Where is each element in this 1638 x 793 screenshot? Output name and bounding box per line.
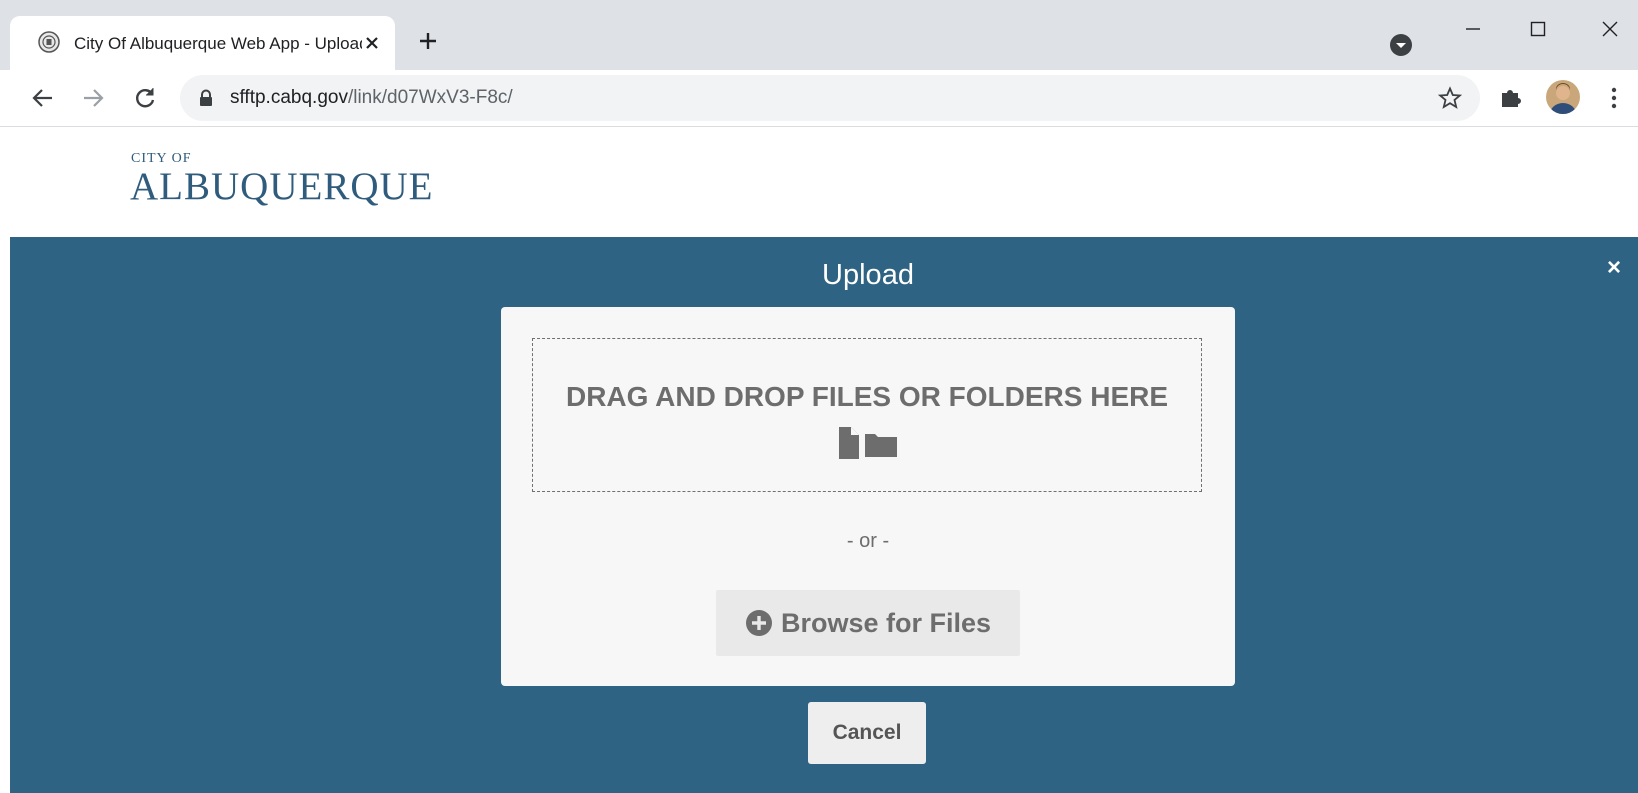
file-icon xyxy=(839,427,859,459)
url-host: sfftp.cabq.gov xyxy=(230,87,348,108)
folder-icon xyxy=(865,434,897,457)
upload-card: DRAG AND DROP FILES OR FOLDERS HERE - or… xyxy=(501,307,1235,686)
puzzle-icon[interactable] xyxy=(1497,83,1525,111)
tab-close-icon[interactable] xyxy=(360,31,384,55)
city-seal-icon xyxy=(38,31,60,53)
or-separator: - or - xyxy=(846,530,890,552)
browser-toolbar: sfftp.cabq.gov/link/d07WxV3-F8c/ xyxy=(0,70,1638,127)
address-bar[interactable]: sfftp.cabq.gov/link/d07WxV3-F8c/ xyxy=(180,75,1480,121)
star-icon[interactable] xyxy=(1438,86,1462,110)
dropzone-text: DRAG AND DROP FILES OR FOLDERS HERE xyxy=(565,381,1169,412)
maximize-icon[interactable] xyxy=(1523,14,1553,44)
plus-circle-icon xyxy=(745,610,772,636)
site-header: CITY OF ALBUQUERQUE xyxy=(0,127,1638,237)
browse-files-button[interactable]: Browse for Files xyxy=(716,590,1020,656)
kebab-icon[interactable] xyxy=(1604,84,1624,112)
new-tab-plus-icon[interactable] xyxy=(416,29,440,53)
back-icon[interactable] xyxy=(30,85,56,111)
browse-files-label: Browse for Files xyxy=(780,607,992,638)
minimize-icon[interactable] xyxy=(1458,14,1488,44)
reload-icon[interactable] xyxy=(132,85,158,111)
forward-icon[interactable] xyxy=(80,85,106,111)
logo-albuquerque: ALBUQUERQUE xyxy=(130,165,434,208)
browser-tabstrip: City Of Albuquerque Web App - Upload xyxy=(0,0,1638,70)
lock-icon xyxy=(200,89,212,106)
tab-title: City Of Albuquerque Web App - Upload xyxy=(74,34,362,53)
file-folder-icons xyxy=(839,427,897,459)
browser-tab[interactable]: City Of Albuquerque Web App - Upload xyxy=(10,16,395,70)
modal-title: Upload xyxy=(822,259,914,291)
cancel-button[interactable]: Cancel xyxy=(808,702,926,764)
url-path: /link/d07WxV3-F8c/ xyxy=(347,87,513,108)
dropzone[interactable]: DRAG AND DROP FILES OR FOLDERS HERE xyxy=(532,338,1202,492)
tab-search-icon[interactable] xyxy=(1389,33,1413,57)
window-close-icon[interactable] xyxy=(1595,14,1625,44)
url-text[interactable]: sfftp.cabq.gov/link/d07WxV3-F8c/ xyxy=(230,87,513,109)
avatar[interactable] xyxy=(1546,80,1580,114)
